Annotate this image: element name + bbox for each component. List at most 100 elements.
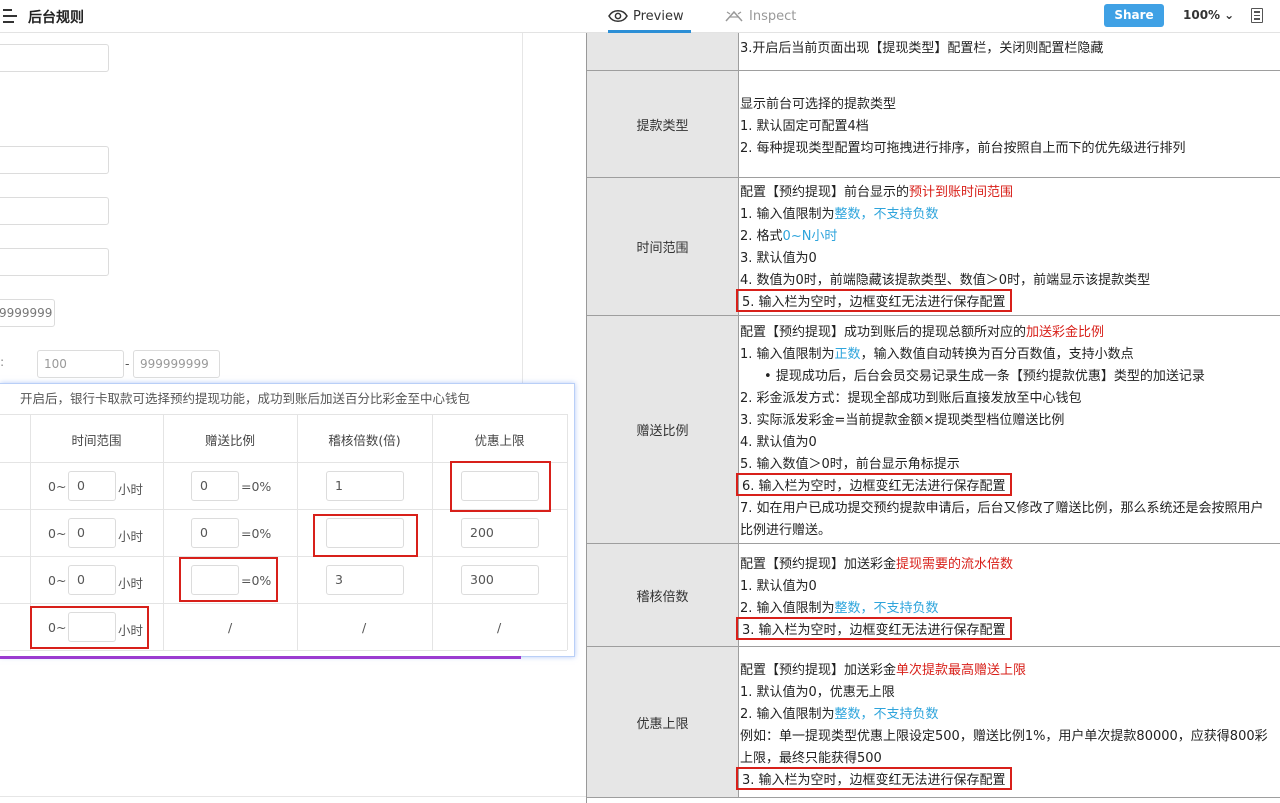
spec-line: 2. 每种提现类型配置均可拖拽进行排序，前台按照自上而下的优先级进行排列: [740, 141, 1186, 156]
spec-line: 7. 如在用户已成功提交预约提款申请后，后台又修改了赠送比例，那么系统还是会按照…: [740, 501, 1264, 516]
page-title: 后台规则: [28, 10, 84, 26]
spec-label-empty: [587, 33, 739, 70]
spec-line: 3. 实际派发彩金=当前提款金额×提现类型档位赠送比例: [740, 413, 1065, 428]
spec-line-boxed: 3. 输入栏为空时，边框变红无法进行保存配置: [736, 617, 1012, 640]
range-max-input[interactable]: 999999999: [133, 350, 220, 378]
time-input[interactable]: 0: [68, 471, 116, 501]
withdraw-type-config-panel: 开启后，银行卡取款可选择预约提现功能，成功到账后加送百分比彩金至中心钱包 时间范…: [0, 383, 575, 657]
ratio-percent: =0%: [241, 526, 272, 541]
spec-label: 赠送比例: [587, 316, 739, 543]
spec-label: 时间范围: [587, 178, 739, 315]
tab-inspect[interactable]: Inspect: [724, 0, 804, 33]
spec-line: 1. 默认固定可配置4档: [740, 119, 869, 134]
chevron-down-icon: ⌄: [1224, 8, 1235, 22]
audit-input[interactable]: 3: [326, 565, 404, 595]
form-input-4[interactable]: [0, 248, 109, 276]
divider: [0, 796, 586, 797]
ratio-input[interactable]: 0: [191, 471, 239, 501]
spec-label: 稽核倍数: [587, 544, 739, 646]
spec-table: 3.开启后当前页面出现【提现类型】配置栏，关闭则配置栏隐藏 提款类型 显示前台可…: [586, 33, 1280, 803]
spec-line: 4. 数值为0时，前端隐藏该提款类型、数值＞0时，前端显示该提款类型: [740, 273, 1151, 288]
eye-icon: [608, 10, 628, 22]
column-header-limit: 优惠上限: [474, 433, 525, 448]
time-prefix: 0~: [48, 479, 67, 494]
spec-line: 2. 彩金派发方式：提现全部成功到账后直接发放至中心钱包: [740, 391, 1082, 406]
spec-line: 配置【预约提现】前台显示的预计到账时间范围: [740, 181, 1013, 200]
panel-description: 开启后，银行卡取款可选择预约提现功能，成功到账后加送百分比彩金至中心钱包: [20, 391, 471, 406]
audit-input[interactable]: 1: [326, 471, 404, 501]
spec-line: 例如：单一提现类型优惠上限设定500，赠送比例1%，用户单次提款80000，应获…: [740, 729, 1268, 744]
ratio-percent: =0%: [241, 479, 272, 494]
column-header-ratio: 赠送比例: [204, 433, 255, 448]
spec-line: 1. 默认值为0，优惠无上限: [740, 685, 895, 700]
tab-preview-label: Preview: [633, 9, 684, 24]
text-segment: 提现成功后，后台会员交易记录生成一条【预约提款优惠】类型的加送记录: [775, 369, 1205, 384]
spec-line-boxed: 6. 输入栏为空时，边框变红无法进行保存配置: [736, 473, 1012, 496]
menu-icon[interactable]: [3, 9, 19, 23]
highlight-text: 0~N小时: [782, 229, 838, 244]
spec-line: 配置【预约提现】成功到账后的提现总额所对应的加送彩金比例: [740, 321, 1104, 340]
time-unit: 小时: [118, 482, 144, 497]
document-icon[interactable]: [1251, 8, 1263, 23]
text-segment: 2. 输入值限制为: [740, 707, 835, 722]
text-segment: 配置【预约提现】加送彩金: [740, 663, 897, 678]
grid-line: [567, 414, 568, 650]
error-highlight-box: [179, 557, 278, 602]
colon-mark: :: [0, 354, 5, 369]
highlight-text: 提现需要的流水倍数: [896, 557, 1014, 572]
form-input-2[interactable]: [0, 146, 109, 174]
selection-bar: [0, 656, 521, 659]
spec-line: 显示前台可选择的提款类型: [740, 97, 897, 112]
grid-line: [297, 414, 298, 650]
highlight-text: 正数: [834, 347, 861, 362]
spec-line: 上限，最终只能获得500: [740, 751, 882, 766]
highlight-text: 预计到账时间范围: [909, 185, 1014, 200]
text-segment: 配置【预约提现】加送彩金: [740, 557, 897, 572]
grid-line: [0, 603, 567, 604]
form-input-1[interactable]: [0, 44, 109, 72]
time-unit: 小时: [118, 529, 144, 544]
max-amount-value: 9999999: [0, 306, 53, 320]
grid-line: [0, 556, 567, 557]
spec-row-top: 3.开启后当前页面出现【提现类型】配置栏，关闭则配置栏隐藏: [587, 33, 1280, 71]
share-button[interactable]: Share: [1104, 4, 1164, 27]
form-input-3[interactable]: [0, 197, 109, 225]
highlight-text: 加送彩金比例: [1026, 325, 1105, 340]
text-segment: 1. 输入值限制为: [740, 207, 835, 222]
time-input[interactable]: 0: [68, 565, 116, 595]
time-unit: 小时: [118, 576, 144, 591]
text-segment: 2. 格式: [740, 229, 783, 244]
spec-line-boxed: 3. 输入栏为空时，边框变红无法进行保存配置: [736, 767, 1012, 790]
max-amount-input-partial[interactable]: 9999999: [0, 299, 55, 327]
ratio-input[interactable]: 0: [191, 518, 239, 548]
range-separator: -: [125, 356, 130, 371]
spec-line: 配置【预约提现】加送彩金提现需要的流水倍数: [740, 553, 1013, 572]
spec-line: 比例进行赠送。: [740, 523, 832, 538]
spec-line: 2. 输入值限制为整数，不支持负数: [740, 597, 939, 616]
not-applicable: /: [228, 620, 233, 635]
grid-line: [163, 414, 164, 650]
spec-row-time-range: 时间范围 配置【预约提现】前台显示的预计到账时间范围 1. 输入值限制为整数，不…: [587, 178, 1280, 316]
spec-line-boxed: 5. 输入栏为空时，边框变红无法进行保存配置: [736, 289, 1012, 312]
highlight-text: 单次提款最高赠送上限: [896, 663, 1027, 678]
error-highlight-box: [313, 514, 418, 557]
spec-label: 优惠上限: [587, 647, 739, 797]
not-applicable: /: [362, 620, 367, 635]
top-bar: 后台规则 Preview Inspect Share 100% ⌄: [0, 0, 1280, 33]
bullet-icon: •: [764, 369, 776, 384]
time-input[interactable]: 0: [68, 518, 116, 548]
zoom-select[interactable]: 100% ⌄: [1183, 8, 1234, 22]
error-highlight-box: [450, 461, 551, 512]
error-highlight-box: [30, 606, 149, 649]
highlight-text: 整数，不支持负数: [834, 207, 939, 222]
text-segment: 1. 输入值限制为: [740, 347, 835, 362]
limit-input[interactable]: 200: [461, 518, 539, 548]
column-header-audit: 稽核倍数(倍): [328, 433, 401, 448]
spec-line: 1. 输入值限制为正数，输入数值自动转换为百分百数值，支持小数点: [740, 343, 1134, 362]
range-min-input[interactable]: 100: [37, 350, 124, 378]
limit-input[interactable]: 300: [461, 565, 539, 595]
tab-preview[interactable]: Preview: [608, 0, 691, 33]
range-max-value: 999999999: [140, 357, 209, 371]
grid-line: [432, 414, 433, 650]
text-segment: 配置【预约提现】前台显示的: [740, 185, 910, 200]
